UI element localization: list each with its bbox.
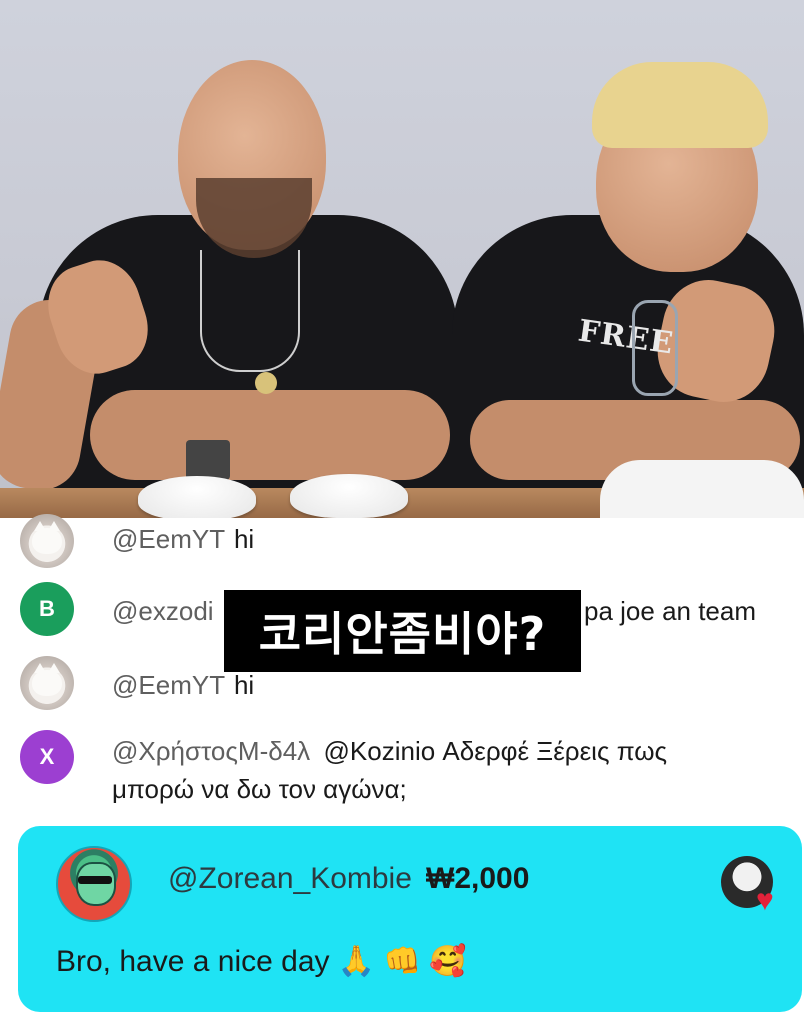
chat-author[interactable]: @EemYT bbox=[112, 524, 225, 554]
letter-avatar-icon[interactable]: B bbox=[20, 582, 74, 636]
super-chat-text: Bro, have a nice day bbox=[56, 945, 330, 978]
cat-avatar-icon[interactable] bbox=[20, 656, 74, 710]
cat-avatar-icon[interactable] bbox=[20, 514, 74, 568]
chat-text-continued: μπορώ να δω τον αγώνα; bbox=[112, 774, 407, 804]
avatar-letter: B bbox=[39, 596, 55, 621]
cup bbox=[290, 474, 408, 518]
heart-icon: ♥ bbox=[756, 884, 774, 917]
avatar-letter: X bbox=[39, 744, 55, 769]
zombie-avatar-icon[interactable] bbox=[56, 846, 132, 922]
super-chat-message: Bro, have a nice day 🙏 👊 🥰 bbox=[56, 944, 467, 979]
chat-message: X @ΧρήστοςΜ-δ4λ @Kozinio Αδερφέ Ξέρεις π… bbox=[0, 730, 804, 820]
super-chat-amount: ₩2,000 bbox=[426, 862, 530, 895]
video-player[interactable]: FREE bbox=[0, 0, 804, 518]
super-chat-author[interactable]: @Zorean_Kombie bbox=[168, 862, 412, 896]
chat-text: pa joe an team bbox=[584, 596, 757, 626]
fist-emoji-icon: 👊 bbox=[383, 945, 421, 978]
chat-text: @Kozinio Αδερφέ Ξέρεις πως bbox=[323, 736, 668, 766]
pray-emoji-icon: 🙏 bbox=[337, 945, 376, 978]
letter-avatar-icon[interactable]: X bbox=[20, 730, 74, 784]
chat-author[interactable]: @EemYT bbox=[112, 670, 225, 700]
tissue-box bbox=[600, 460, 804, 518]
chat-text: hi bbox=[233, 670, 255, 700]
video-subtitle: 코리안좀비야? bbox=[224, 590, 581, 672]
super-chat-card[interactable]: @Zorean_Kombie ₩2,000 ♥ Bro, have a nice… bbox=[18, 826, 802, 1012]
chat-author[interactable]: @exzodi bbox=[112, 596, 214, 626]
cup bbox=[138, 476, 256, 518]
chat-message: @EemYT hi bbox=[0, 514, 804, 568]
chat-text: hi bbox=[233, 524, 255, 554]
chat-author[interactable]: @ΧρήστοςΜ-δ4λ bbox=[112, 736, 310, 766]
hearts-face-emoji-icon: 🥰 bbox=[429, 945, 467, 978]
